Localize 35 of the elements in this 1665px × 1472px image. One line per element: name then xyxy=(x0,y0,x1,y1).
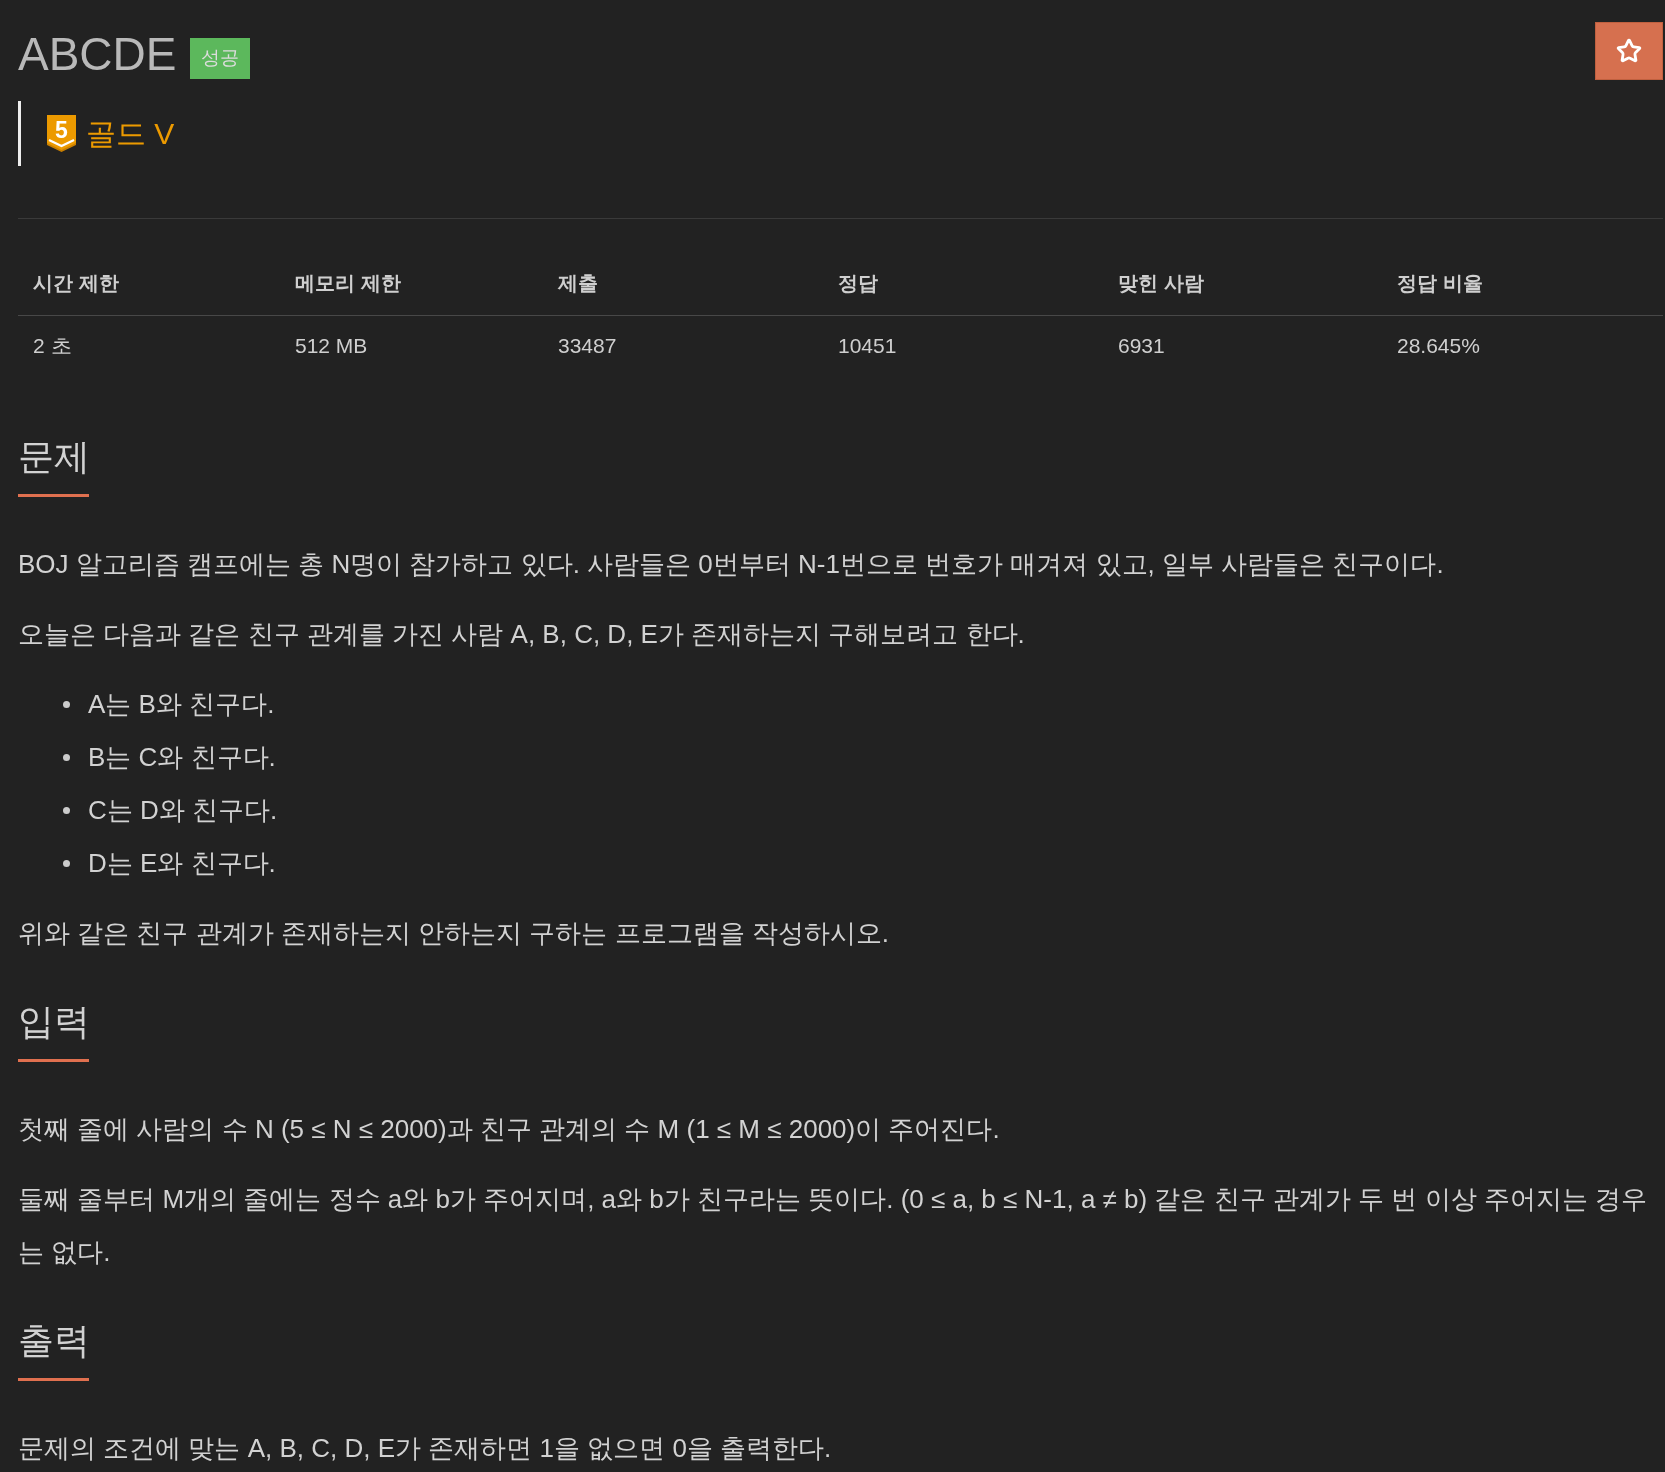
paragraph: 문제의 조건에 맞는 A, B, C, D, E가 존재하면 1을 없으면 0을 출력한다. xyxy=(18,1432,833,1465)
paragraph: BOJ 알고리즘 캠프에는 총 N명이 참가하고 있다. 사람들은 0번부터 N-1번으로 번호가 매겨져 있고, 일부 사람들은 친구이다. xyxy=(18,548,1445,581)
result-badge: 성공 xyxy=(190,37,251,79)
table-cell: 10451 xyxy=(823,315,1103,376)
star-icon xyxy=(1616,38,1642,64)
tier-name: 골드 V xyxy=(86,115,175,152)
table-cell: 28.645% xyxy=(1382,315,1663,376)
table-cell: 2 초 xyxy=(18,315,280,376)
bullet-icon xyxy=(63,860,70,867)
paragraph: 오늘은 다음과 같은 친구 관계를 가진 사람 A, B, C, D, E가 존재하는지 구해보려고 한다. xyxy=(18,618,1026,651)
table-header-cell: 메모리 제한 xyxy=(280,251,543,316)
table-header-cell: 제출 xyxy=(543,251,823,316)
paragraph: 첫째 줄에 사람의 수 N (5 ≤ N ≤ 2000)과 친구 관계의 수 M (1 ≤ M ≤ 2000)이 주어진다. xyxy=(18,1113,1001,1146)
table-cell: 33487 xyxy=(543,315,823,376)
tier-badge: 5 xyxy=(47,115,76,152)
star-button[interactable] xyxy=(1595,22,1663,80)
bullet-icon xyxy=(63,701,70,708)
bullet-icon xyxy=(63,754,70,761)
section-heading: 문제 xyxy=(18,435,90,479)
table-cell: 6931 xyxy=(1103,315,1382,376)
paragraph: 둘째 줄부터 M개의 줄에는 정수 a와 b가 주어지며, a와 b가 친구라는 뜻이다. (0 ≤ a, b ≤ N-1, a ≠ b) 같은 친구 관계가 두 번 이상 주어지는 경우는 없다. xyxy=(18,1183,1648,1269)
table-header-cell: 맞힌 사람 xyxy=(1103,251,1382,316)
problem-title: ABCDE xyxy=(18,27,177,82)
section-heading: 입력 xyxy=(18,1000,90,1044)
list-item-text: D는 E와 친구다. xyxy=(88,847,276,880)
list-item-text: C는 D와 친구다. xyxy=(88,794,278,827)
paragraph: 위와 같은 친구 관계가 존재하는지 안하는지 구하는 프로그램을 작성하시오. xyxy=(18,917,890,950)
table-header-cell: 시간 제한 xyxy=(18,251,280,316)
table-header-cell: 정답 비율 xyxy=(1382,251,1663,316)
table-header-cell: 정답 xyxy=(823,251,1103,316)
list-item-text: A는 B와 친구다. xyxy=(88,688,275,721)
section-heading: 출력 xyxy=(18,1319,90,1363)
list-item-text: B는 C와 친구다. xyxy=(88,741,276,774)
bullet-icon xyxy=(63,807,70,814)
table-cell: 512 MB xyxy=(280,315,543,376)
